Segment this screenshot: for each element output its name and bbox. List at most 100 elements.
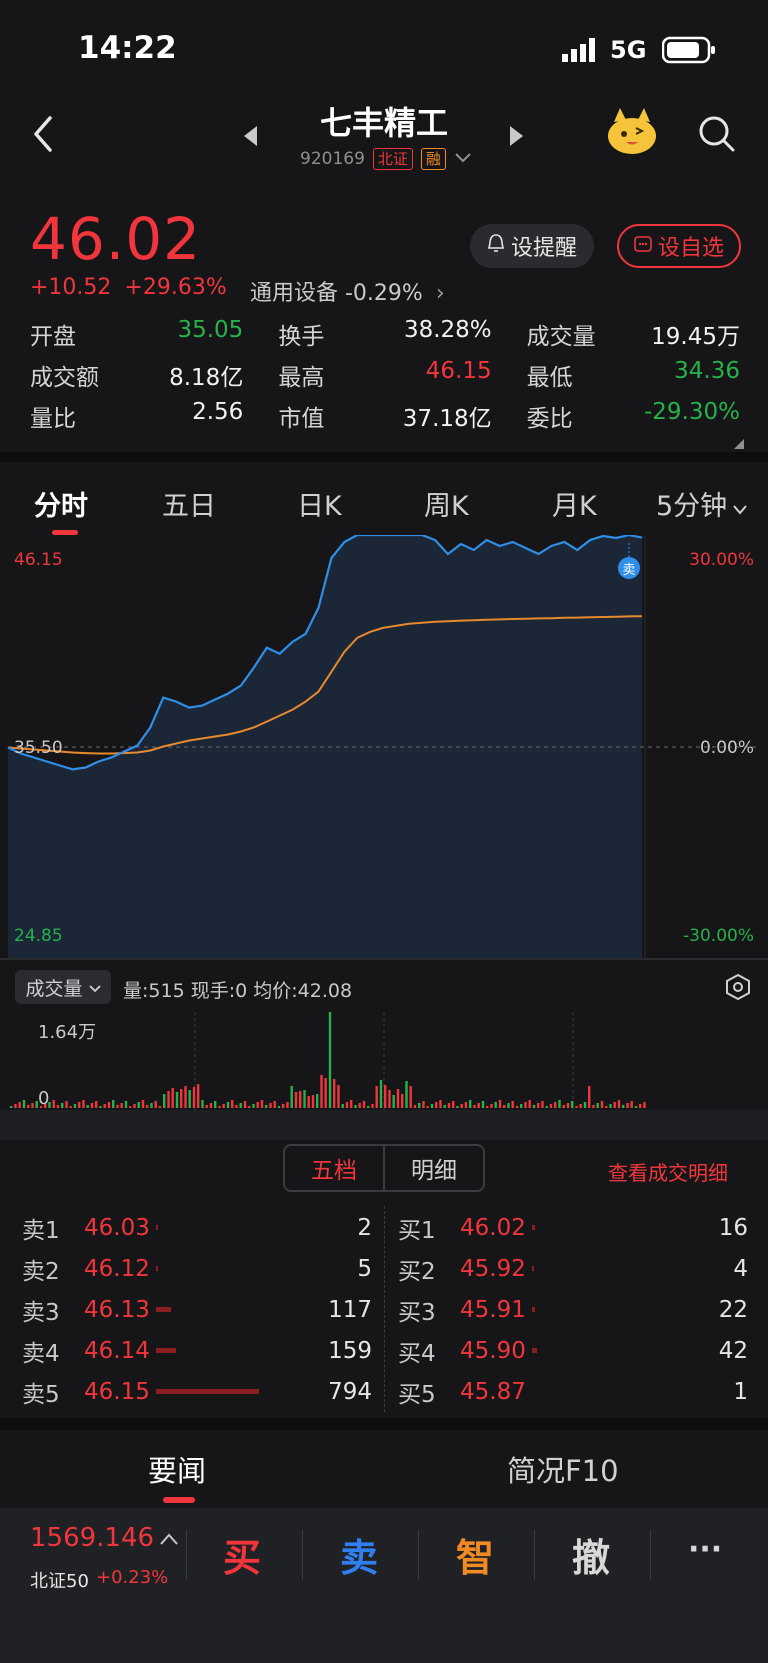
index-change: +0.23% [96, 1567, 169, 1588]
set-reminder-button[interactable]: 设提醒 [470, 224, 594, 268]
level-price: 45.90 [460, 1337, 526, 1364]
volume-bar [388, 1090, 391, 1108]
volume-bar [367, 1106, 370, 1108]
chevron-down-icon[interactable] [454, 149, 472, 169]
add-watchlist-label: 设自选 [657, 236, 724, 261]
volume-bar [545, 1106, 548, 1108]
stat-value: 2.56 [192, 399, 244, 425]
view-trade-details-link[interactable]: 查看成交明细 [608, 1157, 728, 1186]
volume-bar [609, 1104, 612, 1108]
tab-details[interactable]: 明细 [383, 1146, 483, 1190]
bid-level[interactable]: 买1 46.02 16 [398, 1211, 748, 1245]
volume-bar [626, 1103, 629, 1108]
ask-level[interactable]: 卖2 46.12 5 [22, 1252, 372, 1286]
level-price: 45.87 [460, 1378, 526, 1405]
level-label: 卖3 [22, 1299, 60, 1326]
volume-bar [503, 1105, 506, 1108]
more-icon[interactable]: ··· [688, 1532, 722, 1567]
level-label: 卖1 [22, 1217, 60, 1244]
volume-bar [218, 1106, 221, 1108]
price-change: +10.52 +29.63% [30, 275, 227, 300]
volume-bar [439, 1100, 442, 1108]
smart-button[interactable]: 智 [456, 1527, 494, 1582]
tab-intraday[interactable]: 分时 [34, 484, 88, 523]
ask-level[interactable]: 卖5 46.15 794 [22, 1375, 372, 1409]
ask-level[interactable]: 卖1 46.03 2 [22, 1211, 372, 1245]
volume-selector[interactable]: 成交量 [15, 970, 111, 1004]
volume-bar [231, 1100, 234, 1108]
tab-weekly-k[interactable]: 周K [424, 484, 469, 523]
news-tab-indicator [163, 1497, 195, 1503]
tab-five-levels[interactable]: 五档 [285, 1146, 383, 1190]
add-watchlist-button[interactable]: 设自选 [617, 224, 741, 268]
level-qty: 1 [733, 1378, 748, 1405]
index-value[interactable]: 1569.146 [30, 1523, 154, 1553]
volume-bar [592, 1105, 595, 1108]
volume-bar [596, 1103, 599, 1108]
y-bottom-price: 24.85 [14, 926, 63, 946]
volume-bar [146, 1105, 149, 1108]
volume-bar [78, 1102, 81, 1108]
cancel-order-button[interactable]: 撤 [572, 1527, 610, 1582]
volume-bar [354, 1105, 357, 1108]
stat-value: 46.15 [425, 358, 492, 384]
intraday-chart[interactable]: 46.15 35.50 24.85 30.00% 0.00% -30.00% 卖 [0, 535, 768, 960]
volume-bar [554, 1102, 557, 1108]
volume-bar [333, 1079, 336, 1108]
stat-order-ratio: 委比 -29.30% [527, 399, 740, 439]
stock-code: 920169 [300, 149, 365, 169]
volume-bar [311, 1095, 315, 1108]
stat-market-cap: 市值 37.18亿 [278, 399, 526, 439]
buy-button[interactable]: 买 [223, 1527, 261, 1582]
volume-bar [562, 1105, 565, 1108]
volume-bar [549, 1104, 553, 1108]
ask-level[interactable]: 卖3 46.13 117 [22, 1293, 372, 1327]
bid-level[interactable]: 买3 45.91 22 [398, 1293, 748, 1327]
bid-level[interactable]: 买4 45.90 42 [398, 1334, 748, 1368]
volume-bar [328, 1012, 332, 1108]
volume-bar [10, 1106, 13, 1108]
volume-bar [371, 1104, 374, 1108]
volume-bar [256, 1102, 259, 1108]
sell-button[interactable]: 卖 [340, 1527, 378, 1582]
tab-daily-k[interactable]: 日K [297, 484, 342, 523]
volume-bar [460, 1104, 463, 1108]
stat-value: -29.30% [643, 399, 740, 425]
level-qty: 5 [357, 1255, 372, 1282]
level-label: 卖5 [22, 1381, 60, 1408]
chevron-up-icon[interactable] [160, 1530, 178, 1549]
volume-bar [260, 1100, 264, 1108]
volume-bar [184, 1086, 187, 1108]
volume-bar [120, 1103, 123, 1108]
expand-corner-icon[interactable] [734, 434, 744, 453]
volume-bar [337, 1085, 340, 1108]
level-label: 买5 [398, 1381, 436, 1408]
volume-footer [0, 1110, 768, 1140]
chevron-right-icon: › [435, 281, 445, 306]
stats-row-2: 成交额 8.18亿 最高 46.15 最低 34.36 [30, 358, 740, 398]
volume-bar [235, 1105, 238, 1108]
ask-level[interactable]: 卖4 46.14 159 [22, 1334, 372, 1368]
volume-bar [375, 1086, 378, 1108]
status-time: 14:22 [78, 30, 177, 66]
stat-value: 37.18亿 [402, 406, 492, 432]
settings-icon[interactable] [725, 973, 751, 1005]
tab-five-day[interactable]: 五日 [162, 484, 216, 523]
volume-bar [341, 1104, 344, 1108]
level-label: 买3 [398, 1299, 436, 1326]
volume-bar [112, 1100, 115, 1108]
tab-five-minute[interactable]: 5分钟 [656, 484, 747, 523]
volume-chart: 1.64万 0 [0, 1012, 768, 1140]
volume-bar [473, 1105, 476, 1108]
bid-level[interactable]: 买2 45.92 4 [398, 1252, 748, 1286]
volume-zero-label: 0 [38, 1088, 49, 1109]
mascot-icon[interactable] [604, 108, 660, 160]
tab-monthly-k[interactable]: 月K [552, 484, 597, 523]
tab-news[interactable]: 要闻 [148, 1448, 206, 1490]
level-price: 46.12 [84, 1255, 150, 1282]
search-icon[interactable] [698, 115, 736, 157]
sector-link[interactable]: 通用设备 -0.29% › [250, 275, 445, 307]
bid-level[interactable]: 买5 45.87 1 [398, 1375, 748, 1409]
next-stock-icon[interactable] [510, 126, 524, 150]
tab-f10[interactable]: 简况F10 [507, 1448, 619, 1490]
